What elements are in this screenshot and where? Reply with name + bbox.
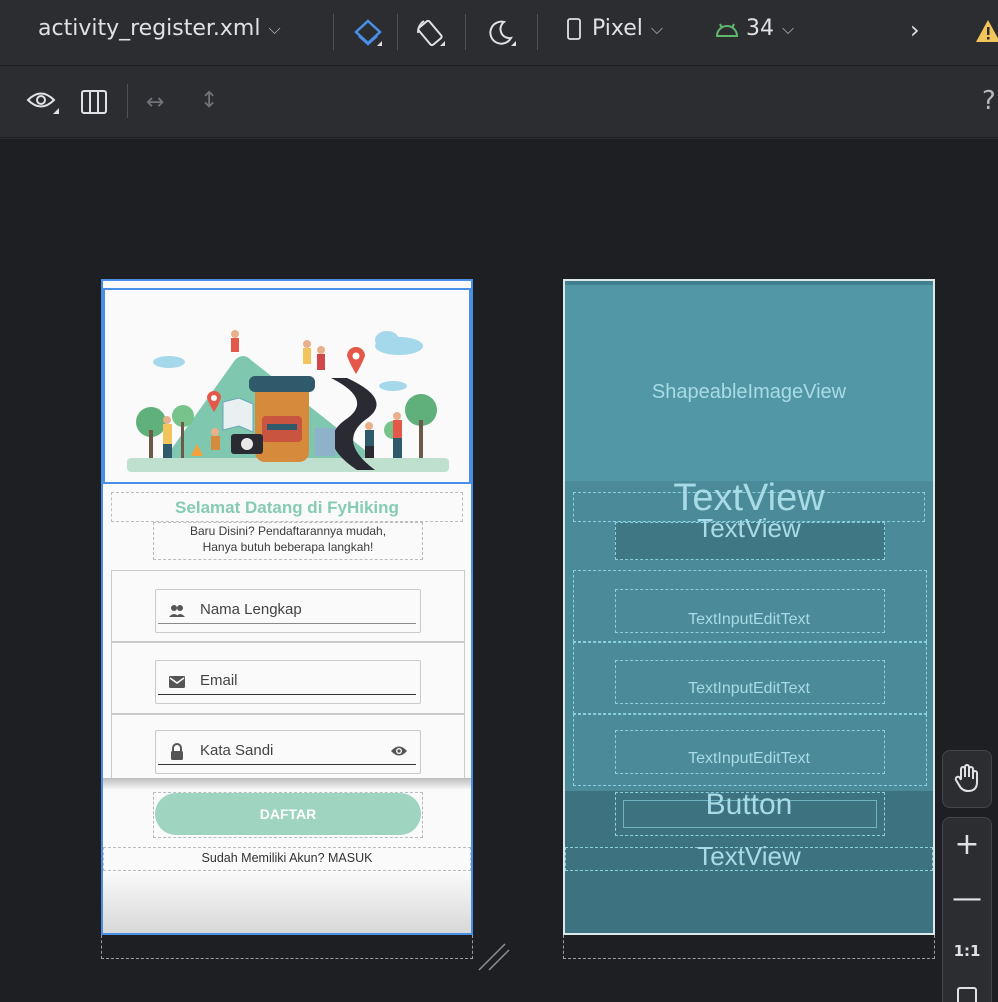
expand-horizontal-button[interactable]: ↔ xyxy=(146,90,164,115)
design-preview[interactable]: Selamat Datang di FyHiking Baru Disini? … xyxy=(101,279,473,935)
layers-icon xyxy=(354,19,382,46)
name-field[interactable]: Nama Lengkap xyxy=(155,589,421,633)
login-link[interactable]: Sudah Memiliki Akun? MASUK xyxy=(103,851,471,865)
bottom-fade xyxy=(103,871,471,933)
device-name: Pixel xyxy=(592,16,643,41)
view-options-toolbar: ↔ ↕ ? xyxy=(0,66,998,138)
subtitle-line: Baru Disini? Pendaftarannya mudah, xyxy=(189,524,387,538)
night-mode-button[interactable] xyxy=(485,16,519,50)
view-options-button[interactable] xyxy=(26,88,62,116)
moon-icon xyxy=(489,20,516,46)
chevron-down-icon: ⌵ xyxy=(650,18,664,38)
input-underline xyxy=(158,623,416,624)
input-underline xyxy=(158,763,416,765)
zoom-in-button[interactable]: + xyxy=(943,830,991,860)
api-level-selector[interactable]: 34 ⌵ xyxy=(714,16,794,41)
minus-icon: — xyxy=(952,881,982,916)
zoom-fit-button[interactable] xyxy=(943,986,991,1002)
blueprint-label-text-view-3: TextView xyxy=(697,841,801,871)
divider xyxy=(397,14,398,50)
name-hint: Nama Lengkap xyxy=(200,601,302,618)
blueprint-label-image-view: ShapeableImageView xyxy=(651,381,847,403)
eye-icon xyxy=(26,92,59,114)
expand-vertical-button[interactable]: ↕ xyxy=(200,88,218,113)
blueprint-label-input-2: TextInputEditText xyxy=(688,680,810,697)
plus-icon: + xyxy=(954,827,980,862)
fit-screen-icon xyxy=(957,987,977,1002)
divider xyxy=(465,14,466,50)
chevron-right-icon: › xyxy=(910,16,920,44)
help-button[interactable]: ? xyxy=(982,86,996,116)
people-icon xyxy=(169,605,185,617)
warning-button[interactable] xyxy=(975,18,998,44)
orientation-button[interactable] xyxy=(414,16,448,50)
chevron-down-icon: ⌵ xyxy=(782,18,795,38)
file-selector[interactable]: activity_register.xml ⌵ xyxy=(38,16,281,41)
subtitle-line: Hanya butuh beberapa langkah! xyxy=(202,540,374,554)
hiking-illustration xyxy=(127,330,449,472)
scroll-shadow xyxy=(103,778,471,790)
input-underline xyxy=(158,693,416,695)
device-selector[interactable]: Pixel ⌵ xyxy=(566,16,663,41)
welcome-subtitle[interactable]: Baru Disini? Pendaftarannya mudah, Hanya… xyxy=(153,523,423,555)
api-level: 34 xyxy=(746,16,774,41)
rotate-icon xyxy=(417,19,445,47)
warning-icon xyxy=(976,20,998,42)
zoom-out-button[interactable]: — xyxy=(943,884,991,914)
divider xyxy=(537,14,538,50)
file-name: activity_register.xml xyxy=(38,16,261,41)
help-icon: ? xyxy=(982,86,996,116)
password-field[interactable]: Kata Sandi xyxy=(155,730,421,774)
divider xyxy=(127,84,128,118)
mail-icon xyxy=(169,676,185,688)
resize-handle-icon[interactable] xyxy=(475,938,511,974)
shapeable-image-view[interactable] xyxy=(103,288,471,484)
password-hint: Kata Sandi xyxy=(200,742,274,759)
columns-icon xyxy=(81,90,107,114)
pan-control xyxy=(942,750,992,808)
blueprint-label-input-3: TextInputEditText xyxy=(688,750,810,767)
design-surface-button[interactable] xyxy=(351,16,385,50)
welcome-title[interactable]: Selamat Datang di FyHiking xyxy=(111,496,463,520)
divider xyxy=(333,14,334,50)
design-overflow-bounds xyxy=(101,935,473,959)
more-actions-button[interactable]: › xyxy=(910,16,920,44)
email-field[interactable]: Email xyxy=(155,660,421,704)
columns-button[interactable] xyxy=(80,88,108,116)
blueprint-label-button: Button xyxy=(705,788,793,821)
blueprint-label-input-1: TextInputEditText xyxy=(688,611,810,628)
zoom-controls: + — 1:1 xyxy=(942,817,992,1002)
phone-icon xyxy=(567,17,581,40)
lock-icon xyxy=(171,743,183,760)
hand-icon xyxy=(954,764,978,793)
android-icon xyxy=(715,23,739,37)
chevron-down-icon: ⌵ xyxy=(268,18,281,38)
email-hint: Email xyxy=(200,672,238,689)
blueprint-overflow-bounds xyxy=(563,935,935,959)
register-button[interactable]: DAFTAR xyxy=(155,793,421,835)
design-toolbar: activity_register.xml ⌵ Pixel ⌵ 34 ⌵ › xyxy=(0,0,998,66)
blueprint-label-text-view-2: TextView xyxy=(697,513,801,543)
blueprint-preview[interactable]: ShapeableImageView TextView TextView Tex… xyxy=(563,279,935,935)
zoom-reset-button[interactable]: 1:1 xyxy=(943,942,991,960)
pan-button[interactable] xyxy=(943,763,991,797)
visibility-icon[interactable] xyxy=(390,744,408,758)
vertical-arrows-icon: ↕ xyxy=(200,88,219,113)
horizontal-arrows-icon: ↔ xyxy=(146,90,165,115)
